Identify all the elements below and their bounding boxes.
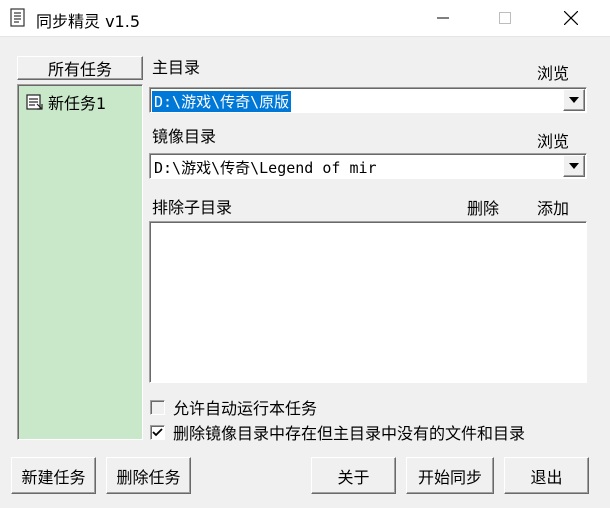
minimize-icon [437,17,449,19]
exclude-delete-link[interactable]: 删除 [467,195,499,219]
mirror-dir-value[interactable]: D:\游戏\传奇\Legend of mir [152,157,379,178]
main-dir-label: 主目录 [152,58,201,77]
close-button[interactable] [548,0,594,36]
exclude-label: 排除子目录 [152,198,233,217]
exclude-add-link[interactable]: 添加 [537,195,569,219]
delete-task-button[interactable]: 删除任务 [106,457,191,494]
delete-extra-option[interactable]: 删除镜像目录中存在但主目录中没有的文件和目录 [150,420,525,444]
minimize-button[interactable] [420,0,466,36]
new-task-button[interactable]: 新建任务 [11,457,96,494]
title-bar: 同步精灵 v1.5 [0,0,610,37]
exit-button[interactable]: 退出 [504,457,589,494]
app-icon [10,8,26,28]
main-dir-combo[interactable]: D:\游戏\传奇\原版 [149,87,587,113]
about-button[interactable]: 关于 [311,457,396,494]
auto-run-option[interactable]: 允许自动运行本任务 [150,395,317,419]
maximize-icon [499,12,511,24]
mirror-dir-browse-link[interactable]: 浏览 [537,128,569,152]
main-dir-browse-link[interactable]: 浏览 [537,60,569,84]
mirror-dir-label: 镜像目录 [152,127,217,146]
dropdown-arrow-icon [569,97,579,103]
delete-extra-label: 删除镜像目录中存在但主目录中没有的文件和目录 [173,424,526,443]
main-dir-dropdown-button[interactable] [563,89,585,111]
window-title: 同步精灵 v1.5 [36,12,141,31]
auto-run-label: 允许自动运行本任务 [173,399,318,418]
mirror-dir-combo[interactable]: D:\游戏\传奇\Legend of mir [149,153,587,179]
delete-extra-checkbox[interactable] [150,424,165,440]
mirror-dir-dropdown-button[interactable] [563,155,585,177]
start-sync-button[interactable]: 开始同步 [406,457,494,494]
exclude-list[interactable] [149,221,587,383]
tasks-header[interactable]: 所有任务 [17,56,143,80]
task-document-icon [26,93,44,111]
task-label: 新任务1 [48,94,107,113]
dropdown-arrow-icon [569,163,579,169]
main-dir-value[interactable]: D:\游戏\传奇\原版 [152,91,292,112]
close-icon [564,11,578,25]
checkmark-icon [152,427,163,436]
list-item[interactable]: 新任务1 [26,90,106,114]
task-list[interactable]: 新任务1 [17,84,143,440]
maximize-button[interactable] [482,0,528,36]
auto-run-checkbox[interactable] [150,399,165,415]
